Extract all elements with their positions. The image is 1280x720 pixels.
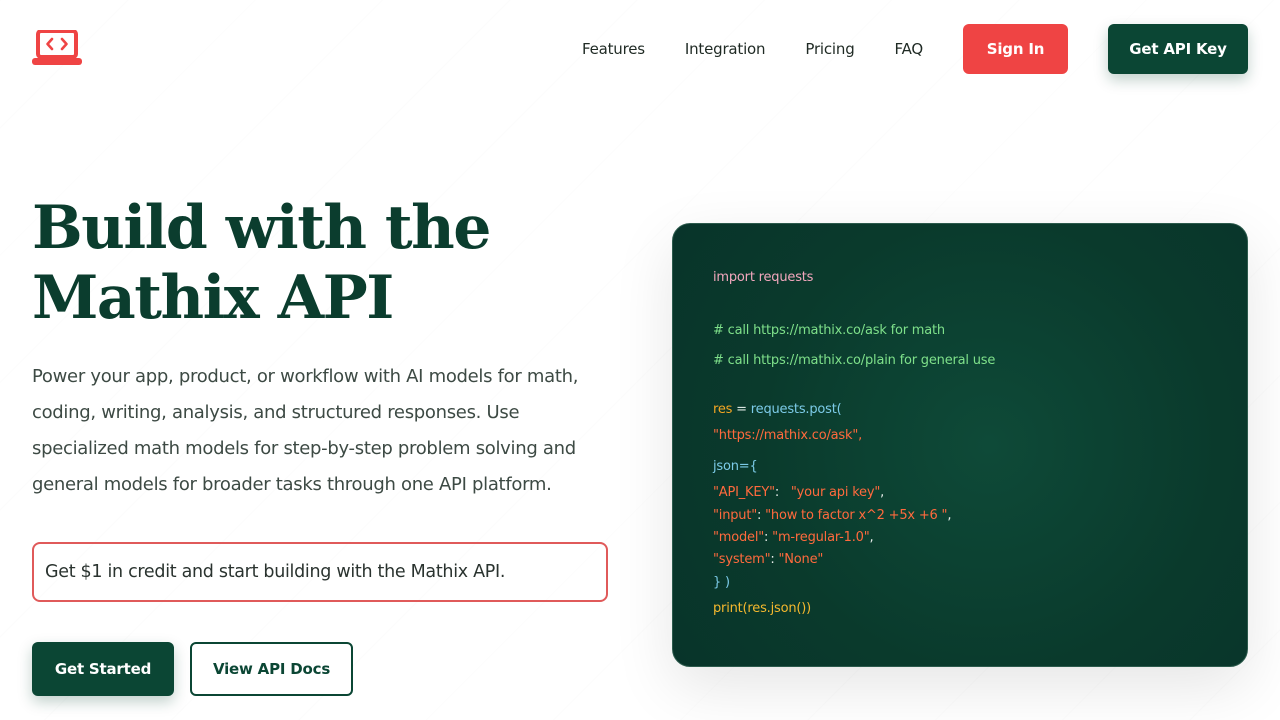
hero-title-line-1: Build with the (32, 193, 491, 263)
code-token: "your api key" (790, 485, 881, 500)
code-json-field-line: "API_KEY": "your api key", (713, 485, 884, 500)
code-json-field-line: "model": "m-regular-1.0", (713, 530, 874, 545)
code-token: : (757, 508, 766, 523)
view-api-docs-button[interactable]: View API Docs (190, 642, 353, 696)
nav-pricing-link[interactable]: Pricing (805, 40, 854, 58)
code-token: requests.post( (750, 402, 842, 417)
code-token: : (764, 530, 773, 545)
code-token: : (774, 485, 791, 500)
code-token: res (713, 402, 733, 417)
code-import-line: import requests (713, 270, 814, 285)
code-json-field-line: "system": "None" (713, 552, 823, 567)
nav-features-link[interactable]: Features (582, 40, 645, 58)
hero-description: Power your app, product, or workflow wit… (32, 366, 579, 495)
code-token: "how to factor x^2 +5x +6 " (765, 508, 948, 523)
code-token: "system" (713, 552, 771, 567)
get-started-button[interactable]: Get Started (32, 642, 174, 696)
code-laptop-icon[interactable] (32, 29, 82, 66)
code-token: "API_KEY" (713, 485, 775, 500)
code-print-line: print(res.json()) (713, 601, 811, 616)
code-example-panel: import requests # call https://mathix.co… (672, 223, 1248, 667)
sign-in-button[interactable]: Sign In (963, 24, 1068, 74)
code-request-line: res = requests.post( (713, 402, 842, 417)
code-token: "input" (713, 508, 757, 523)
nav-faq-link[interactable]: FAQ (895, 40, 924, 58)
hero-title-line-2: Mathix API (32, 263, 394, 333)
code-json-open-line: json={ (713, 459, 758, 474)
code-json-field-line: "input": "how to factor x^2 +5x +6 ", (713, 508, 951, 523)
nav-integration-link[interactable]: Integration (685, 40, 766, 58)
main-nav: Features Integration Pricing FAQ Sign In… (582, 24, 1248, 74)
code-url-line: "https://mathix.co/ask", (713, 428, 863, 443)
hero-title: Build with the Mathix API (32, 193, 592, 333)
credit-callout: Get $1 in credit and start building with… (32, 542, 608, 602)
code-token: = (732, 402, 751, 417)
code-json-close-line: } ) (713, 575, 730, 590)
code-token: , (880, 485, 885, 500)
code-token: "None" (778, 552, 824, 567)
code-comment-line: # call https://mathix.co/ask for math (713, 323, 945, 338)
code-token: , (869, 530, 874, 545)
code-token: "model" (713, 530, 765, 545)
code-token: , (947, 508, 952, 523)
code-token: "m-regular-1.0" (772, 530, 870, 545)
code-comment-line: # call https://mathix.co/plain for gener… (713, 353, 996, 368)
get-api-key-button[interactable]: Get API Key (1108, 24, 1248, 74)
